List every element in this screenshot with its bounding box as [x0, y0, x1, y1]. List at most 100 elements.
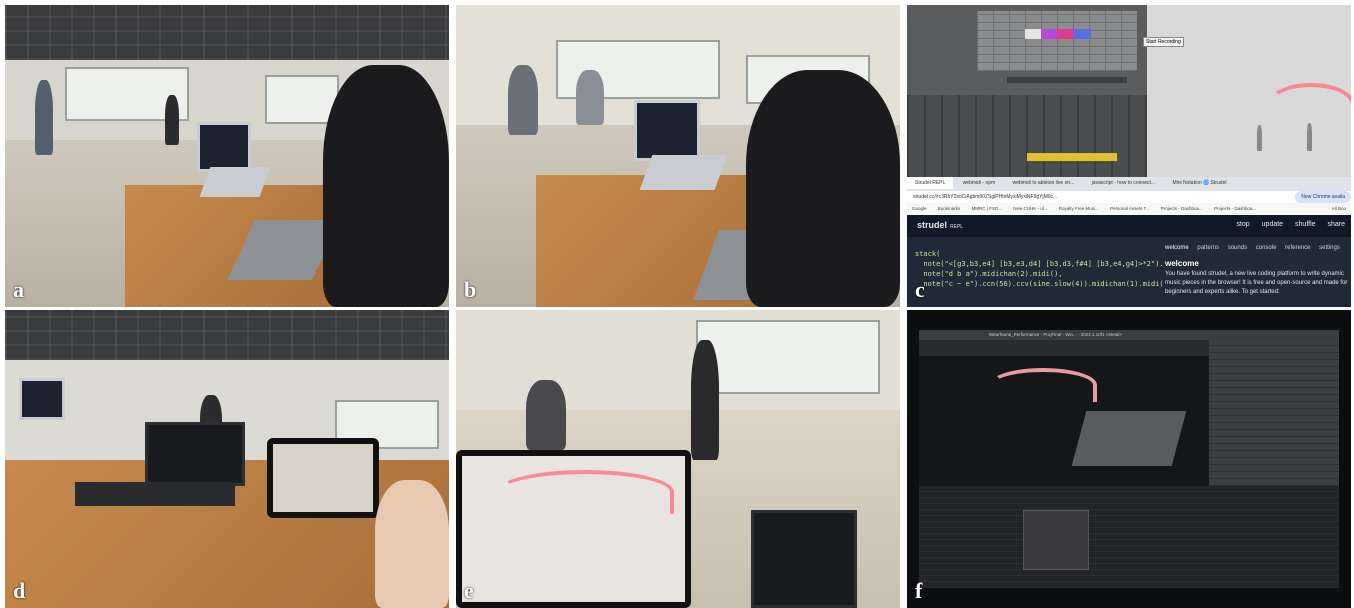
inspector-panel: [1209, 340, 1339, 486]
ceiling: [5, 310, 449, 360]
code-editor[interactable]: stack( note("<[g3,b3,e4] [b3,e3,d4] [b3,…: [915, 249, 1197, 289]
ableton-live-window: Start Recording: [907, 5, 1351, 177]
brand-name: strudel: [917, 220, 948, 230]
photo-panel-b: b: [456, 5, 900, 307]
photo-panel-e: e: [456, 310, 900, 608]
laptop-screen: [197, 122, 251, 172]
photo-panel-f: Wearframe_Performance - ProjFinal - Win.…: [907, 310, 1351, 608]
code-line[interactable]: note("<[g3,b3,e4] [b3,e3,d4] [b3,d3,f#4]…: [915, 259, 1197, 269]
performer: [323, 65, 449, 307]
code-line[interactable]: note("c ~ e").ccn(56).ccv(sine.slow(4)).…: [915, 279, 1167, 289]
avatar-figure: [1257, 125, 1262, 151]
performer: [746, 70, 900, 307]
tab-patterns[interactable]: patterns: [1197, 245, 1219, 251]
laptop-base: [639, 155, 728, 190]
panel-label: d: [13, 578, 26, 603]
bookmarks-bar: Google Bookmarks MMRC | FSD... New CUHK …: [907, 203, 1351, 215]
bookmark[interactable]: Projects - Dashboa...: [1156, 203, 1208, 214]
tablet-screen: [273, 444, 373, 512]
motion-trail: [496, 470, 674, 514]
code-line[interactable]: note("d b a").midichan(2).midi(),: [915, 269, 1165, 279]
panel-label: f: [915, 578, 923, 603]
panel-label: c: [915, 277, 925, 302]
motion-trail: [989, 368, 1097, 402]
welcome-text: You have found strudel, a new live codin…: [1165, 271, 1348, 295]
tooltip: Start Recording: [1143, 37, 1184, 47]
dancer: [508, 65, 538, 135]
window-title: Wearframe_Performance - ProjFinal - Win.…: [989, 332, 1122, 337]
sidebar-tabs: welcome patterns sounds console referenc…: [1163, 239, 1351, 251]
welcome-heading: welcome: [1165, 259, 1199, 268]
laptop-screen: [751, 510, 857, 608]
dancer: [691, 340, 719, 460]
motion-trail: [1267, 83, 1351, 127]
strudel-header: strudel REPL stop update shuffle share: [907, 215, 1351, 237]
tablet: [456, 450, 691, 608]
update-chrome-button[interactable]: New Chrome availa: [1295, 191, 1351, 203]
scene-plane: [1071, 411, 1187, 466]
clip: [1007, 77, 1127, 83]
scene-view: [919, 356, 1209, 486]
strudel-menu: stop update shuffle share: [1226, 221, 1345, 228]
hand: [375, 480, 449, 608]
laptop-screen: [634, 100, 700, 161]
shuffle-button[interactable]: shuffle: [1295, 221, 1316, 228]
photo-panel-d: d: [5, 310, 449, 608]
browser-tab[interactable]: javascript - how to connect...: [1084, 177, 1163, 189]
browser-tab[interactable]: webmidi - npm: [955, 177, 1004, 189]
browser-tab[interactable]: webmidi to ableton live on...: [1005, 177, 1083, 189]
bookmark[interactable]: MMRC | FSD...: [967, 203, 1007, 214]
tab-settings[interactable]: settings: [1319, 245, 1340, 251]
console-popup: [1023, 510, 1089, 570]
strudel-sidebar: welcome patterns sounds console referenc…: [1163, 239, 1351, 307]
share-button[interactable]: share: [1327, 221, 1345, 228]
project-panel: [919, 486, 1339, 588]
laptop-bezel: Wearframe_Performance - ProjFinal - Win.…: [907, 310, 1351, 608]
ceiling: [5, 5, 449, 60]
brand-sub: REPL: [950, 224, 964, 230]
window-title-bar: Wearframe_Performance - ProjFinal - Win.…: [919, 330, 1339, 340]
bookmark[interactable]: Personal Assets T...: [1105, 203, 1154, 214]
code-line[interactable]: stack(: [915, 249, 1165, 259]
avatar-figure: [1307, 123, 1312, 151]
browser-tab[interactable]: Strudel REPL: [907, 177, 954, 189]
laptop-screen: [145, 422, 245, 486]
browser-tab[interactable]: Mini Notation 🌀 Strudel: [1164, 177, 1234, 189]
stop-button[interactable]: stop: [1236, 221, 1249, 228]
3d-view: [1147, 5, 1351, 177]
bookmark[interactable]: Google: [907, 203, 932, 214]
url-text[interactable]: strudel.cc/#c3RhY2soCiAgbm90ZSgiPHtnMyxi…: [907, 191, 1063, 203]
window: [696, 320, 880, 394]
clip: [1073, 29, 1091, 39]
tab-welcome[interactable]: welcome: [1165, 245, 1189, 251]
dancer: [526, 380, 566, 450]
unity-editor: Wearframe_Performance - ProjFinal - Win.…: [919, 330, 1339, 588]
monitor: [19, 378, 65, 420]
laptop-base: [199, 167, 271, 197]
tablet: [267, 438, 379, 518]
screen-panel-c: Start Recording Strudel REPL webmidi - n…: [907, 5, 1351, 307]
clip-grid: [977, 11, 1137, 71]
level-meter: [1027, 153, 1117, 161]
strudel-logo: strudel REPL: [917, 220, 963, 230]
bookmark[interactable]: Bookmarks: [933, 203, 966, 214]
audience-person: [165, 95, 179, 145]
laptop-base: [75, 482, 235, 506]
panel-label: b: [464, 277, 477, 302]
tab-reference[interactable]: reference: [1285, 245, 1310, 251]
bookmark[interactable]: New CUHK - ul...: [1008, 203, 1052, 214]
mixer: [907, 95, 1147, 177]
panel-label: a: [13, 277, 24, 302]
bookmark[interactable]: Projects - Dashboa...: [1209, 203, 1261, 214]
address-bar[interactable]: strudel.cc/#c3RhY2soCiAgbm90ZSgiPHtnMyxi…: [907, 191, 1351, 203]
all-bookmarks[interactable]: All Boo: [1327, 203, 1351, 214]
tab-sounds[interactable]: sounds: [1228, 245, 1247, 251]
dancer: [576, 70, 604, 125]
browser-tab-bar[interactable]: Strudel REPL webmidi - npm webmidi to ab…: [907, 177, 1351, 191]
bookmark[interactable]: Royalty Free Musi...: [1054, 203, 1104, 214]
panel-label: e: [464, 578, 474, 603]
dancer: [35, 80, 53, 155]
tab-console[interactable]: console: [1256, 245, 1277, 251]
update-button[interactable]: update: [1262, 221, 1283, 228]
strudel-repl: strudel REPL stop update shuffle share st…: [907, 215, 1351, 307]
